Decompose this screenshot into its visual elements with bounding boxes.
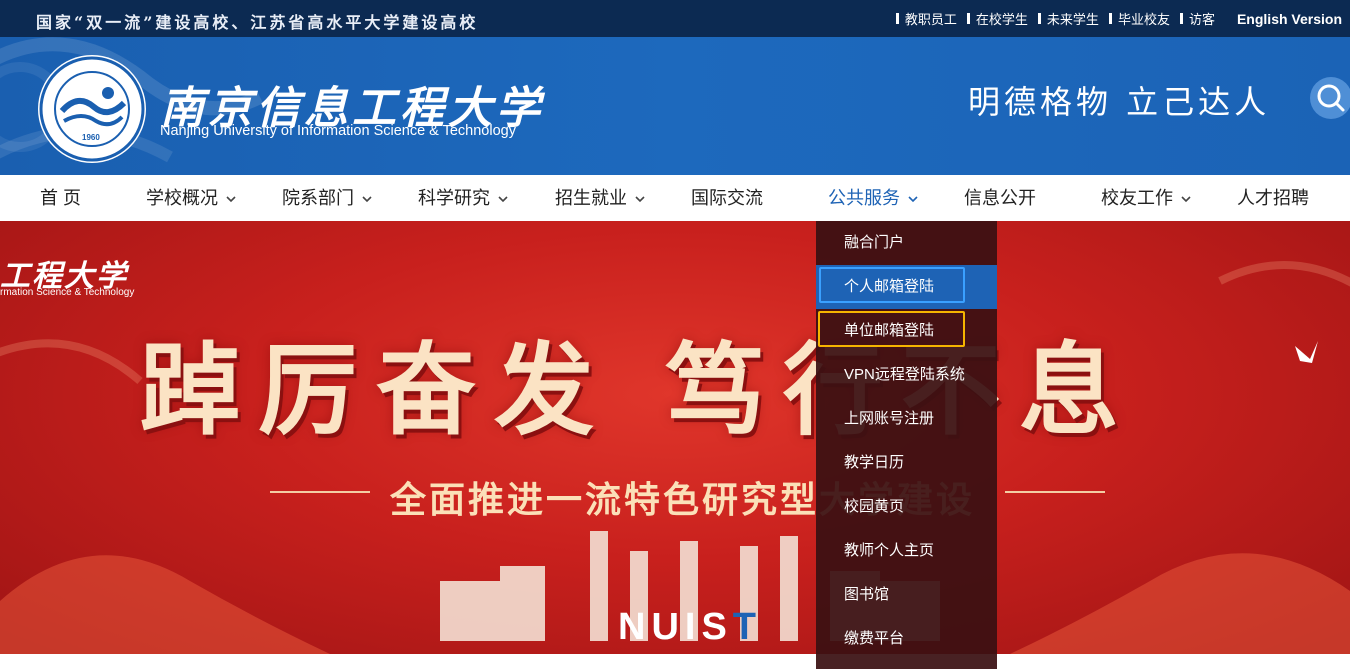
emblem-year: 1960 bbox=[82, 133, 100, 142]
chevron-down-icon bbox=[1181, 196, 1191, 203]
menu-item-portal[interactable]: 融合门户 bbox=[816, 221, 997, 265]
link-staff[interactable]: 教职员工 bbox=[895, 9, 957, 28]
link-bar-icon bbox=[966, 13, 970, 24]
nav-label: 招生就业 bbox=[555, 188, 627, 208]
menu-item-library[interactable]: 图书馆 bbox=[816, 573, 997, 617]
nav-admissions[interactable]: 招生就业 bbox=[555, 175, 645, 221]
banner-logo-en: rmation Science & Technology bbox=[0, 287, 135, 298]
banner-nuist-logo: NUIST bbox=[618, 606, 762, 649]
chevron-down-icon bbox=[635, 196, 645, 203]
menu-item-network-account[interactable]: 上网账号注册 bbox=[816, 397, 997, 441]
link-visitors[interactable]: 访客 bbox=[1179, 9, 1215, 28]
page-bottom-strip bbox=[0, 654, 1350, 669]
nav-information[interactable]: 信息公开 bbox=[964, 175, 1036, 221]
nuist-white: NUIS bbox=[618, 606, 733, 648]
link-alumni[interactable]: 毕业校友 bbox=[1108, 9, 1170, 28]
english-version-link[interactable]: English Version bbox=[1237, 11, 1342, 27]
link-label: 教职员工 bbox=[904, 12, 957, 27]
menu-item-faculty-pages[interactable]: 教师个人主页 bbox=[816, 529, 997, 573]
university-motto: 明德格物 立己达人 bbox=[968, 83, 1271, 121]
nav-research[interactable]: 科学研究 bbox=[418, 175, 508, 221]
menu-item-unit-mail[interactable]: 单位邮箱登陆 bbox=[816, 309, 997, 353]
site-header: 1960 南京信息工程大学 Nanjing University of Info… bbox=[0, 37, 1350, 175]
university-slogan: 国家“双一流”建设高校、江苏省高水平大学建设高校 bbox=[36, 13, 479, 32]
link-label: 访客 bbox=[1188, 12, 1215, 27]
link-students[interactable]: 在校学生 bbox=[966, 9, 1028, 28]
link-label: 毕业校友 bbox=[1117, 12, 1170, 27]
public-services-dropdown: 融合门户 个人邮箱登陆 单位邮箱登陆 VPN远程登陆系统 上网账号注册 教学日历… bbox=[816, 221, 997, 669]
nav-alumni[interactable]: 校友工作 bbox=[1101, 175, 1191, 221]
subline-rule-right bbox=[1005, 491, 1105, 493]
dove-icon bbox=[1295, 341, 1318, 363]
nav-label: 校友工作 bbox=[1101, 188, 1173, 208]
nav-about[interactable]: 学校概况 bbox=[146, 175, 236, 221]
chevron-down-icon bbox=[362, 196, 372, 203]
nav-departments[interactable]: 院系部门 bbox=[282, 175, 372, 221]
search-button[interactable] bbox=[1310, 77, 1350, 119]
subline-rule-left bbox=[270, 491, 370, 493]
search-icon bbox=[1317, 84, 1345, 112]
hero-banner[interactable]: 工程大学 rmation Science & Technology 踔厉奋发 笃… bbox=[0, 221, 1350, 654]
top-bar: 国家“双一流”建设高校、江苏省高水平大学建设高校 教职员工 在校学生 未来学生 … bbox=[0, 0, 1350, 37]
chevron-down-icon bbox=[498, 196, 508, 203]
link-future-students[interactable]: 未来学生 bbox=[1037, 9, 1099, 28]
nav-label: 学校概况 bbox=[146, 188, 218, 208]
link-label: 在校学生 bbox=[975, 12, 1028, 27]
chevron-down-icon bbox=[226, 196, 236, 203]
menu-item-campus-directory[interactable]: 校园黄页 bbox=[816, 485, 997, 529]
nav-label: 信息公开 bbox=[964, 188, 1036, 208]
nav-home[interactable]: 首 页 bbox=[40, 175, 81, 221]
nav-label: 院系部门 bbox=[282, 188, 354, 208]
nav-label: 公共服务 bbox=[828, 188, 900, 208]
nav-public-services[interactable]: 公共服务 bbox=[828, 175, 918, 221]
nav-international[interactable]: 国际交流 bbox=[691, 175, 763, 221]
nav-recruitment[interactable]: 人才招聘 bbox=[1237, 175, 1309, 221]
nav-label: 首 页 bbox=[40, 188, 82, 208]
link-bar-icon bbox=[1037, 13, 1041, 24]
university-emblem[interactable]: 1960 bbox=[38, 55, 146, 163]
main-nav: 首 页 学校概况 院系部门 科学研究 招生就业 国际交流 公共服务 信息公开 校… bbox=[0, 175, 1350, 221]
nav-label: 科学研究 bbox=[418, 188, 490, 208]
menu-item-payment[interactable]: 缴费平台 bbox=[816, 617, 997, 661]
nuist-blue: T bbox=[732, 606, 763, 648]
menu-item-academic-calendar[interactable]: 教学日历 bbox=[816, 441, 997, 485]
link-bar-icon bbox=[1179, 13, 1183, 24]
menu-item-vpn[interactable]: VPN远程登陆系统 bbox=[816, 353, 997, 397]
nav-label: 人才招聘 bbox=[1237, 188, 1309, 208]
link-bar-icon bbox=[895, 13, 899, 24]
emblem-icon bbox=[39, 56, 145, 162]
university-name-en: Nanjing University of Information Scienc… bbox=[160, 123, 516, 139]
nav-label: 国际交流 bbox=[691, 188, 763, 208]
link-bar-icon bbox=[1108, 13, 1112, 24]
link-label: 未来学生 bbox=[1046, 12, 1099, 27]
audience-links: 教职员工 在校学生 未来学生 毕业校友 访客 English Version bbox=[895, 0, 1342, 37]
menu-item-personal-mail[interactable]: 个人邮箱登陆 bbox=[816, 265, 997, 309]
chevron-down-icon bbox=[908, 196, 918, 203]
